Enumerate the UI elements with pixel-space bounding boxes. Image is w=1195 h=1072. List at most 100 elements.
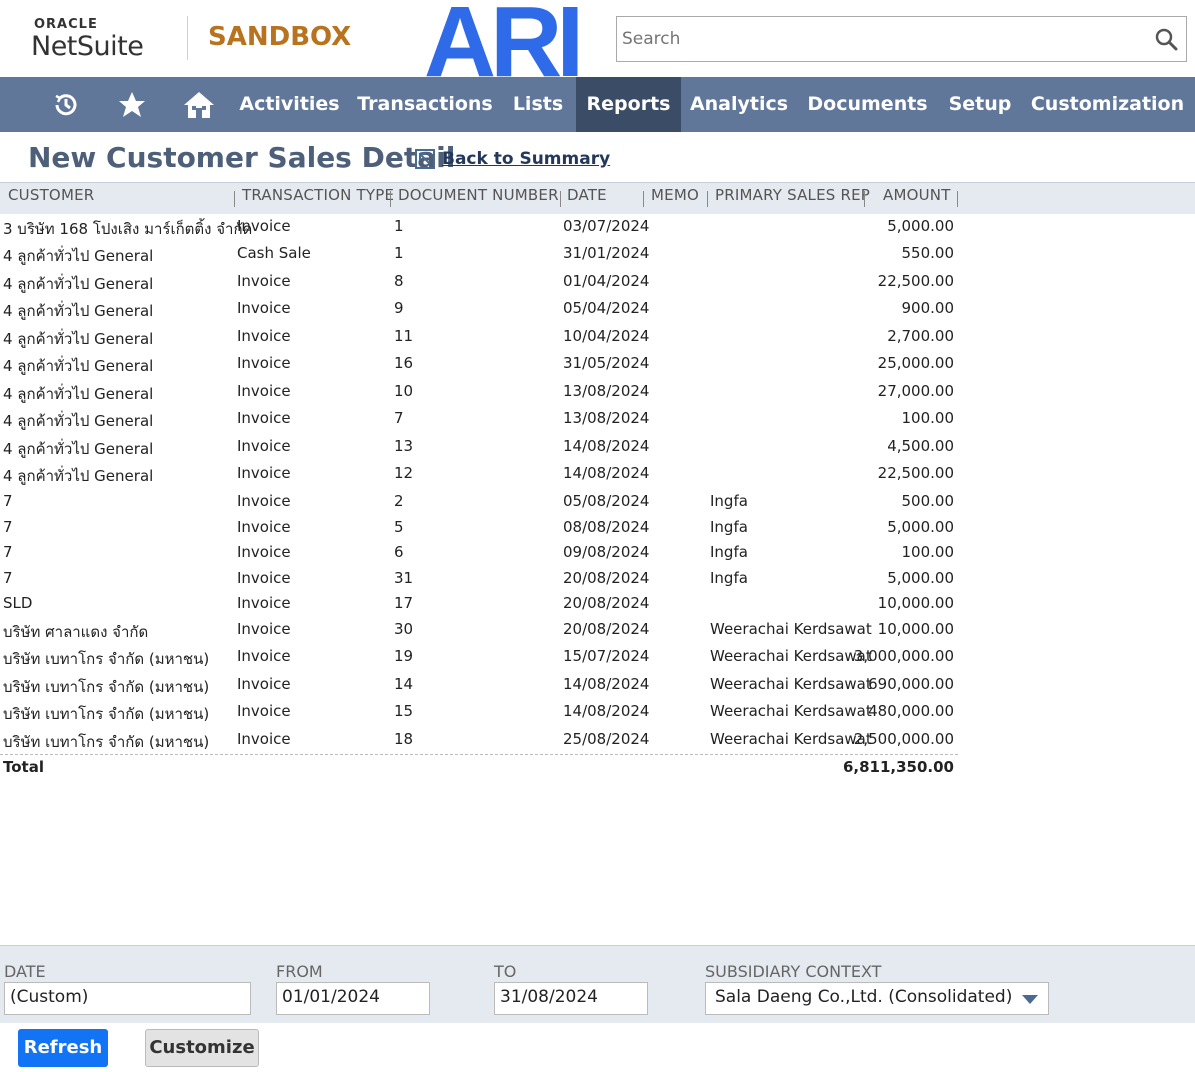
col-document-number[interactable]: DOCUMENT NUMBER: [398, 186, 559, 204]
cell-amount: 480,000.00: [868, 702, 954, 720]
back-to-summary-icon[interactable]: [414, 148, 436, 170]
cell-transaction-type: Invoice: [237, 354, 291, 372]
cell-date: 05/04/2024: [563, 299, 650, 317]
table-row[interactable]: 4 ลูกค้าทั่วไป General Invoice 13 14/08/202…: [0, 434, 960, 460]
back-to-summary-link[interactable]: Back to Summary: [442, 149, 610, 169]
cell-customer: 4 ลูกค้าทั่วไป General: [3, 412, 154, 430]
cell-date: 05/08/2024: [563, 492, 650, 510]
nav-setup[interactable]: Setup: [940, 77, 1020, 132]
search-input[interactable]: [617, 17, 1137, 61]
cell-document-number: 15: [394, 702, 414, 720]
table-row[interactable]: 7 Invoice 2 05/08/2024 Ingfa 500.00: [0, 489, 960, 515]
sandbox-label: SANDBOX: [208, 22, 352, 52]
nav-customization[interactable]: Customization: [1025, 77, 1190, 132]
col-memo[interactable]: MEMO: [651, 186, 699, 204]
cell-transaction-type: Cash Sale: [237, 244, 311, 262]
from-date-field[interactable]: 01/01/2024: [276, 982, 430, 1015]
table-row[interactable]: บริษัท เบทาโกร จำกัด (มหาชน) Invoice 18 25/…: [0, 727, 960, 753]
search-icon[interactable]: [1154, 27, 1178, 51]
recent-icon[interactable]: [51, 90, 81, 120]
cell-amount: 22,500.00: [877, 272, 954, 290]
cell-transaction-type: Invoice: [237, 272, 291, 290]
cell-document-number: 19: [394, 647, 414, 665]
table-row[interactable]: 7 Invoice 5 08/08/2024 Ingfa 5,000.00: [0, 515, 960, 541]
cell-amount: 27,000.00: [877, 382, 954, 400]
header: ORACLE NetSuite SANDBOX ARI: [0, 0, 1195, 78]
table-row[interactable]: 4 ลูกค้าทั่วไป General Invoice 12 14/08/202…: [0, 461, 960, 487]
table-row[interactable]: 3 บริษัท 168 โปงเสิง มาร์เก็ตติ้ง จำกัด I…: [0, 214, 960, 240]
date-field[interactable]: (Custom): [4, 982, 251, 1015]
cell-primary-sales-rep: Weerachai Kerdsawat: [710, 702, 872, 720]
cell-amount: 100.00: [901, 409, 955, 427]
table-row[interactable]: บริษัท เบทาโกร จำกัด (มหาชน) Invoice 15 14/…: [0, 699, 960, 725]
cell-primary-sales-rep: Ingfa: [710, 518, 748, 536]
cell-document-number: 9: [394, 299, 404, 317]
cell-date: 03/07/2024: [563, 217, 650, 235]
nav-lists[interactable]: Lists: [502, 77, 574, 132]
table-row[interactable]: บริษัท ศาลาแดง จำกัด Invoice 30 20/08/2024 W…: [0, 617, 960, 643]
cell-date: 08/08/2024: [563, 518, 650, 536]
cell-date: 31/01/2024: [563, 244, 650, 262]
col-separator: [390, 191, 391, 207]
cell-amount: 500.00: [901, 492, 955, 510]
cell-customer: 7: [3, 543, 13, 561]
table-row[interactable]: บริษัท เบทาโกร จำกัด (มหาชน) Invoice 19 15/…: [0, 644, 960, 670]
total-value: 6,811,350.00: [842, 758, 954, 776]
cell-transaction-type: Invoice: [237, 437, 291, 455]
cell-customer: 4 ลูกค้าทั่วไป General: [3, 330, 154, 348]
star-icon[interactable]: [117, 90, 147, 120]
to-date-field[interactable]: 31/08/2024: [494, 982, 648, 1015]
table-row[interactable]: 4 ลูกค้าทั่วไป General Invoice 8 01/04/2024…: [0, 269, 960, 295]
col-separator: [560, 191, 561, 207]
cell-transaction-type: Invoice: [237, 702, 291, 720]
col-amount[interactable]: AMOUNT: [883, 186, 951, 204]
cell-amount: 5,000.00: [887, 217, 954, 235]
table-row[interactable]: 4 ลูกค้าทั่วไป General Invoice 11 10/04/202…: [0, 324, 960, 350]
chevron-down-icon[interactable]: [1022, 995, 1038, 1004]
nav-transactions[interactable]: Transactions: [350, 77, 500, 132]
nav-documents[interactable]: Documents: [800, 77, 935, 132]
table-row[interactable]: 4 ลูกค้าทั่วไป General Invoice 9 05/04/2024…: [0, 296, 960, 322]
cell-amount: 5,000.00: [887, 518, 954, 536]
customize-button[interactable]: Customize: [145, 1029, 259, 1067]
col-primary-sales-rep[interactable]: PRIMARY SALES REP: [715, 186, 870, 204]
nav-activities[interactable]: Activities: [232, 77, 347, 132]
cell-document-number: 14: [394, 675, 414, 693]
oracle-logo: ORACLE: [34, 17, 98, 32]
cell-customer: 7: [3, 518, 13, 536]
col-customer[interactable]: CUSTOMER: [8, 186, 94, 204]
cell-document-number: 1: [394, 244, 404, 262]
table-row[interactable]: 4 ลูกค้าทั่วไป General Invoice 7 13/08/2024…: [0, 406, 960, 432]
cell-transaction-type: Invoice: [237, 492, 291, 510]
table-row[interactable]: 7 Invoice 31 20/08/2024 Ingfa 5,000.00: [0, 566, 960, 592]
netsuite-logo[interactable]: NetSuite: [31, 31, 144, 62]
col-date[interactable]: DATE: [567, 186, 607, 204]
cell-customer: 4 ลูกค้าทั่วไป General: [3, 385, 154, 403]
table-header: CUSTOMER TRANSACTION TYPE DOCUMENT NUMBE…: [0, 182, 1195, 214]
home-icon[interactable]: [182, 90, 216, 120]
cell-document-number: 11: [394, 327, 414, 345]
cell-customer: 3 บริษัท 168 โปงเสิง มาร์เก็ตติ้ง จำกัด: [3, 220, 253, 238]
cell-amount: 22,500.00: [877, 464, 954, 482]
table-row[interactable]: 4 ลูกค้าทั่วไป General Cash Sale 1 31/01/20…: [0, 241, 960, 267]
cell-amount: 10,000.00: [877, 594, 954, 612]
table-row[interactable]: บริษัท เบทาโกร จำกัด (มหาชน) Invoice 14 14/…: [0, 672, 960, 698]
cell-customer: บริษัท เบทาโกร จำกัด (มหาชน): [3, 650, 210, 668]
table-row[interactable]: 4 ลูกค้าทั่วไป General Invoice 16 31/05/202…: [0, 351, 960, 377]
cell-primary-sales-rep: Weerachai Kerdsawat: [710, 730, 872, 748]
table-row[interactable]: SLD Invoice 17 20/08/2024 10,000.00: [0, 591, 960, 617]
nav-analytics[interactable]: Analytics: [683, 77, 795, 132]
cell-date: 01/04/2024: [563, 272, 650, 290]
cell-amount: 4,500.00: [887, 437, 954, 455]
cell-transaction-type: Invoice: [237, 382, 291, 400]
table-row[interactable]: 7 Invoice 6 09/08/2024 Ingfa 100.00: [0, 540, 960, 566]
table-row[interactable]: 4 ลูกค้าทั่วไป General Invoice 10 13/08/202…: [0, 379, 960, 405]
cell-document-number: 12: [394, 464, 414, 482]
subsidiary-select[interactable]: Sala Daeng Co.,Ltd. (Consolidated): [705, 982, 1049, 1015]
cell-transaction-type: Invoice: [237, 518, 291, 536]
nav-reports[interactable]: Reports: [576, 77, 681, 132]
col-transaction-type[interactable]: TRANSACTION TYPE: [242, 186, 394, 204]
refresh-button[interactable]: Refresh: [18, 1029, 108, 1067]
cell-amount: 25,000.00: [877, 354, 954, 372]
cell-amount: 3,000,000.00: [853, 647, 954, 665]
